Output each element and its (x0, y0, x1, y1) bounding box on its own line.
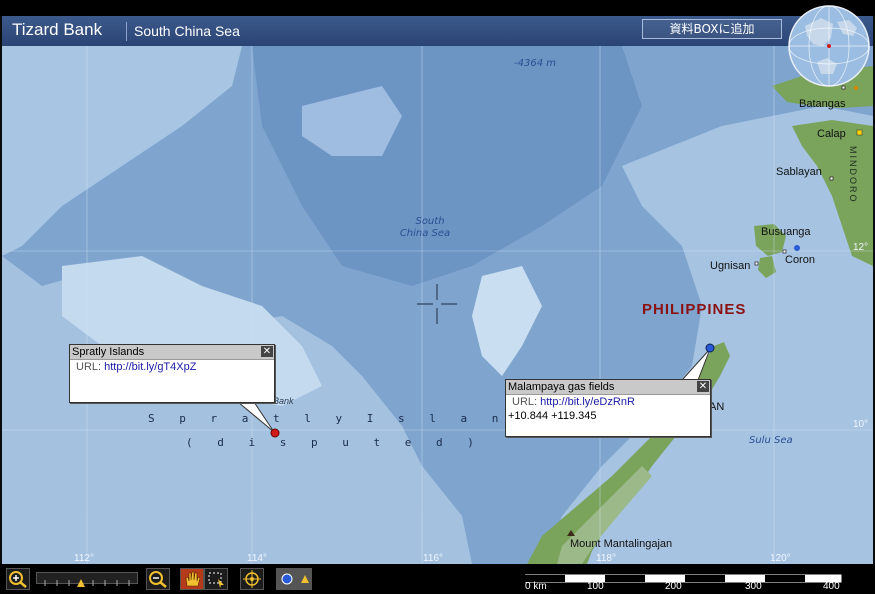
scale-label-200: 200 (665, 581, 682, 592)
popup-title: Spratly Islands ✕ (70, 345, 274, 360)
scale-label-0: 0 km (525, 581, 547, 592)
lon-label-120: 120° (770, 553, 791, 564)
place-batangas: Batangas (799, 98, 846, 110)
malampaya-popup: Malampaya gas fields ✕ URL: http://bit.l… (505, 379, 711, 437)
disputed-label: ( d i s p u t e d ) (186, 436, 483, 449)
popup-url-link[interactable]: http://bit.ly/eDzRnR (540, 396, 635, 408)
depth-label: -4364 m (514, 58, 556, 69)
hand-icon (185, 571, 201, 587)
close-icon[interactable]: ✕ (697, 381, 709, 392)
lon-label-112: 112° (74, 553, 94, 564)
layer-icon (281, 573, 309, 585)
lon-label-118: 118° (596, 553, 616, 564)
center-button[interactable] (240, 568, 264, 590)
sulu-sea-label: Sulu Sea (749, 435, 793, 446)
place-sablayan: Sablayan (776, 166, 822, 178)
place-mindoro: MINDORO (848, 146, 858, 204)
zoom-out-icon (149, 571, 167, 588)
bank-label: Bank (273, 396, 294, 406)
add-to-box-button[interactable]: 資料BOXに追加 (642, 19, 782, 39)
lat-label-10: 10° (853, 419, 869, 430)
zoom-in-icon (9, 571, 27, 588)
spratly-popup: Spratly Islands ✕ URL: http://bit.ly/gT4… (69, 344, 275, 403)
place-mount: Mount Mantalingajan (570, 538, 673, 550)
zoom-in-button[interactable] (6, 568, 30, 590)
pan-button[interactable] (180, 568, 204, 590)
select-button[interactable] (204, 568, 228, 590)
scale-label-100: 100 (587, 581, 604, 592)
page-title: Tizard Bank (12, 20, 103, 39)
header-bar: Tizard Bank South China Sea 資料BOXに追加 (2, 16, 873, 47)
overview-globe[interactable] (787, 4, 871, 88)
place-calapan: Calap (817, 128, 846, 140)
map-canvas[interactable]: -4364 m South China Sea Sulu Sea S p r a… (2, 46, 873, 564)
popup-title: Malampaya gas fields ✕ (506, 380, 710, 395)
popup-url-row: URL: http://bit.ly/gT4XpZ (70, 360, 274, 374)
popup-title-text: Malampaya gas fields (508, 381, 615, 393)
scale-label-400: 400 (823, 581, 840, 592)
lon-label-114: 114° (247, 553, 267, 564)
region-subtitle: South China Sea (134, 23, 240, 39)
scale-label-300: 300 (745, 581, 762, 592)
url-label: URL: (76, 361, 102, 373)
slider-track (44, 579, 130, 587)
target-icon (243, 570, 261, 588)
url-label: URL: (512, 396, 538, 408)
header-divider (126, 22, 127, 41)
country-label: PHILIPPINES (642, 301, 747, 318)
layers-button[interactable] (276, 568, 312, 590)
scale-bar: 0 km 100 200 300 400 (524, 570, 845, 592)
sea-label-line2: China Sea (399, 228, 451, 239)
popup-url-row: URL: http://bit.ly/eDzRnR (506, 395, 710, 409)
scale-graphic (524, 574, 842, 583)
close-icon[interactable]: ✕ (261, 346, 273, 357)
place-coron: Coron (785, 254, 815, 266)
top-strip (0, 0, 875, 16)
sea-label-line1: South (415, 216, 445, 227)
lon-label-116: 116° (423, 553, 443, 564)
popup-url-link[interactable]: http://bit.ly/gT4XpZ (104, 361, 196, 373)
place-fragment: AN (709, 401, 725, 413)
place-ugnisan: Ugnisan (710, 260, 751, 272)
popup-coordinates: +10.844 +119.345 (508, 410, 597, 422)
zoom-out-button[interactable] (146, 568, 170, 590)
zoom-slider[interactable] (36, 572, 138, 587)
map-toolbar: 0 km 100 200 300 400 (0, 564, 875, 594)
select-area-icon (208, 572, 224, 588)
lat-label-12: 12° (853, 242, 869, 253)
place-busuanga: Busuanga (761, 226, 811, 238)
app-frame: Tizard Bank South China Sea 資料BOXに追加 -43… (0, 0, 875, 594)
popup-title-text: Spratly Islands (72, 346, 145, 358)
